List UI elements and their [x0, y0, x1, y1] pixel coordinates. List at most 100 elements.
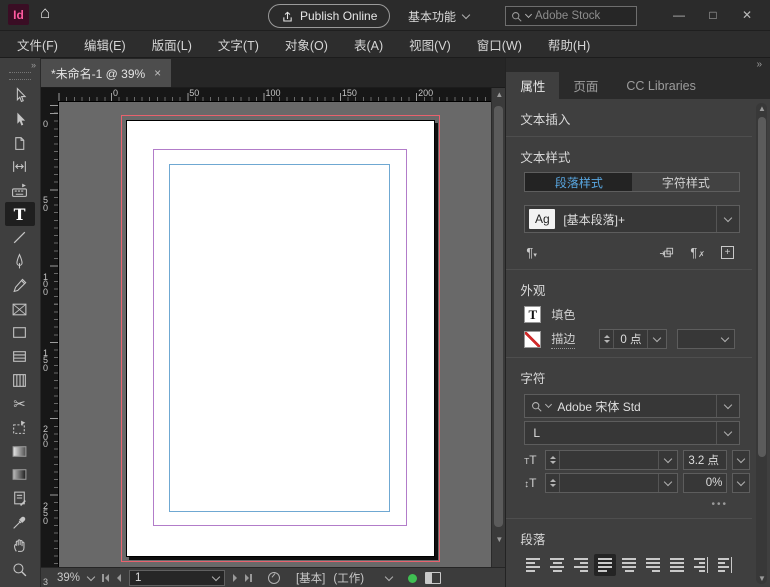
hand-tool[interactable] — [5, 534, 35, 558]
zoom-level[interactable]: 39% — [57, 572, 80, 584]
menu-window[interactable]: 窗口(W) — [464, 35, 535, 54]
gradient-feather-tool[interactable] — [5, 463, 35, 487]
color-theme-tool[interactable] — [5, 510, 35, 534]
align-center-button[interactable] — [546, 554, 568, 576]
font-style-dropdown[interactable]: L — [524, 421, 740, 445]
clear-overrides-icon[interactable]: ¶✗ — [690, 245, 705, 260]
new-style-icon[interactable]: + — [721, 246, 734, 259]
selection-tool[interactable] — [5, 84, 35, 108]
rectangle-tool[interactable] — [5, 321, 35, 345]
fill-color-swatch[interactable]: T — [524, 306, 541, 323]
font-family-dropdown[interactable]: Adobe 宋体 Std — [524, 394, 740, 418]
previous-page-button[interactable] — [117, 574, 121, 582]
menu-file[interactable]: 文件(F) — [4, 35, 71, 54]
chevron-down-icon[interactable] — [716, 206, 739, 232]
tab-paragraph-styles[interactable]: 段落样式 — [525, 173, 632, 191]
tracking-value-field[interactable]: 0% — [683, 473, 727, 493]
chevron-down-icon[interactable] — [732, 450, 750, 470]
panel-tab-pages[interactable]: 页面 — [559, 72, 612, 99]
next-page-button[interactable] — [233, 574, 237, 582]
paragraph-style-dropdown[interactable]: Ag [基本段落]+ — [524, 205, 740, 233]
justify-last-right-button[interactable] — [642, 554, 664, 576]
scroll-up-icon[interactable]: ▲ — [495, 91, 502, 98]
stroke-label[interactable]: 描边 — [551, 330, 575, 349]
more-options-icon[interactable]: ••• — [506, 499, 728, 510]
menu-view[interactable]: 视图(V) — [396, 35, 464, 54]
justify-all-button[interactable] — [666, 554, 688, 576]
last-page-button[interactable] — [245, 574, 252, 582]
scroll-up-icon[interactable]: ▲ — [758, 105, 765, 112]
panel-tab-properties[interactable]: 属性 — [506, 72, 559, 99]
stroke-weight-field[interactable]: 0 点 — [599, 329, 667, 349]
toolbar-grip[interactable] — [9, 72, 31, 80]
menu-layout[interactable]: 版面(L) — [139, 35, 205, 54]
zoom-tool[interactable] — [5, 558, 35, 582]
workspace-switcher[interactable]: 基本功能 — [408, 8, 469, 25]
menu-table[interactable]: 表(A) — [341, 35, 396, 54]
publish-online-button[interactable]: Publish Online — [268, 4, 390, 28]
pasteboard[interactable] — [58, 101, 492, 567]
chevron-down-icon[interactable] — [716, 395, 739, 417]
close-button[interactable]: ✕ — [730, 8, 764, 22]
type-tool[interactable]: T — [5, 202, 35, 226]
stepper[interactable] — [546, 451, 560, 469]
fill-label[interactable]: 填色 — [551, 306, 575, 323]
chevron-down-icon[interactable] — [385, 572, 393, 580]
chevron-down-icon[interactable] — [732, 473, 750, 493]
toolbar-collapse-icon[interactable]: » — [0, 58, 40, 72]
free-transform-tool[interactable] — [5, 416, 35, 440]
stepper[interactable] — [600, 330, 614, 348]
menu-type[interactable]: 文字(T) — [205, 35, 272, 54]
scrollbar-thumb[interactable] — [758, 117, 766, 457]
zoom-dropdown-icon[interactable] — [87, 572, 95, 580]
gap-tool[interactable] — [5, 155, 35, 179]
menu-edit[interactable]: 编辑(E) — [71, 35, 139, 54]
justify-last-center-button[interactable] — [618, 554, 640, 576]
chevron-down-icon[interactable] — [716, 422, 739, 444]
tab-character-styles[interactable]: 字符样式 — [632, 173, 739, 191]
note-tool[interactable] — [5, 487, 35, 511]
menu-object[interactable]: 对象(O) — [272, 35, 341, 54]
gradient-swatch-tool[interactable] — [5, 439, 35, 463]
adobe-stock-search-input[interactable]: Adobe Stock — [505, 6, 637, 26]
menu-help[interactable]: 帮助(H) — [535, 35, 603, 54]
align-away-from-spine-button[interactable] — [714, 554, 736, 576]
chevron-down-icon[interactable] — [658, 451, 677, 469]
text-frame[interactable] — [169, 164, 390, 512]
align-right-button[interactable] — [570, 554, 592, 576]
paragraph-mark-icon[interactable]: ¶▾ — [526, 245, 537, 260]
vertical-scrollbar[interactable]: ▲ ▼ — [491, 88, 505, 567]
pages-panel-icon[interactable] — [425, 572, 441, 584]
horizontal-grid-tool[interactable] — [5, 345, 35, 369]
page-number-field[interactable]: 1 — [129, 570, 225, 586]
first-page-button[interactable] — [102, 574, 109, 582]
scroll-down-icon[interactable]: ▼ — [495, 536, 502, 543]
line-tool[interactable] — [5, 226, 35, 250]
document-tab[interactable]: *未命名-1 @ 39% × — [41, 59, 171, 87]
font-size-field[interactable] — [545, 450, 678, 470]
pencil-tool[interactable] — [5, 274, 35, 298]
stroke-color-swatch[interactable] — [524, 331, 541, 348]
panel-collapse-icon[interactable]: » — [506, 58, 770, 72]
preflight-icon[interactable] — [268, 572, 280, 584]
minimize-button[interactable]: — — [662, 8, 696, 22]
vertical-grid-tool[interactable] — [5, 368, 35, 392]
chevron-down-icon[interactable] — [658, 474, 677, 492]
preflight-profile[interactable]: [基本] — [296, 570, 325, 586]
vertical-ruler[interactable]: 05 01 0 01 5 02 0 02 5 03 — [41, 101, 59, 567]
scrollbar-thumb[interactable] — [494, 106, 503, 527]
chevron-down-icon[interactable] — [647, 330, 666, 348]
kerning-value-field[interactable]: 3.2 点 — [683, 450, 727, 470]
maximize-button[interactable]: □ — [696, 8, 730, 22]
panel-scrollbar[interactable]: ▲ ▼ — [756, 103, 767, 584]
direct-selection-tool[interactable] — [5, 108, 35, 132]
scissors-tool[interactable]: ✂ — [5, 392, 35, 416]
stroke-type-dropdown[interactable] — [677, 329, 735, 349]
align-left-button[interactable] — [522, 554, 544, 576]
leading-field[interactable] — [545, 473, 678, 493]
page-tool[interactable] — [5, 131, 35, 155]
load-styles-icon[interactable] — [659, 245, 674, 260]
justify-last-left-button[interactable] — [594, 554, 616, 576]
ruler-origin[interactable] — [41, 88, 59, 102]
stepper[interactable] — [546, 474, 560, 492]
